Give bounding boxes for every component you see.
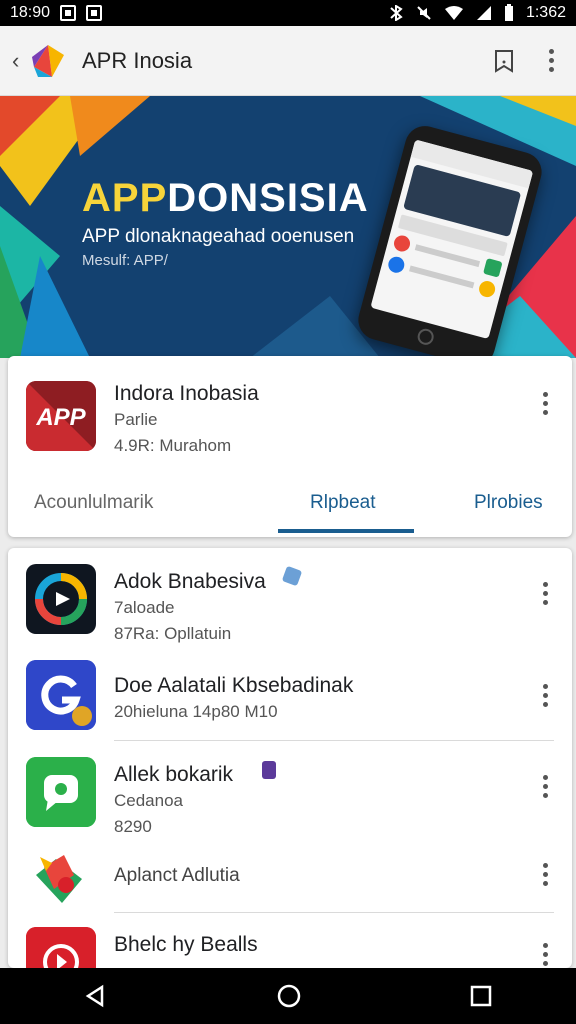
- badge-icon: [262, 761, 276, 779]
- featured-app-meta: 4.9R: Murahom: [114, 436, 232, 455]
- more-vert-icon[interactable]: [543, 392, 548, 415]
- featured-app-category: Parlie: [114, 410, 158, 429]
- app-bar-title: APR Inosia: [82, 47, 193, 73]
- play-icon: [26, 927, 96, 968]
- notification-icon: [60, 5, 77, 21]
- bookmark-icon[interactable]: [493, 49, 515, 73]
- more-vert-icon[interactable]: [543, 863, 548, 886]
- mute-icon: [417, 6, 431, 20]
- more-vert-icon[interactable]: [543, 943, 548, 966]
- badge-icon: [281, 565, 303, 587]
- list-item-title: Allek bokarik: [114, 763, 234, 786]
- list-item-subtitle: 20hieluna 14p80 M10: [114, 702, 278, 721]
- list-item-meta: 87Ra: Opllatuin: [114, 624, 232, 643]
- chat-icon: [26, 757, 96, 827]
- featured-app-icon: APP: [26, 381, 96, 451]
- more-vert-icon[interactable]: [543, 684, 548, 707]
- list-item-meta: 8290: [114, 817, 152, 836]
- drive-icon: [26, 564, 96, 634]
- list-item[interactable]: Bhelc hy Bealls: [8, 913, 572, 968]
- featured-app-card[interactable]: APP Indora Inobasia Parlie 4.9R: Murahom…: [8, 356, 572, 537]
- more-vert-icon[interactable]: [543, 582, 548, 605]
- g-icon: [26, 660, 96, 730]
- list-item-subtitle: Cedanoa: [114, 791, 184, 810]
- list-item-title: Aplanct Adlutia: [114, 865, 240, 886]
- list-item[interactable]: Adok Bnabesiva 7aloade 87Ra: Opllatuin: [8, 548, 572, 648]
- bluetooth-icon: [390, 5, 403, 21]
- status-time-right: 1:362: [525, 4, 566, 21]
- list-item[interactable]: Allek bokarik Cedanoa 8290: [8, 741, 572, 841]
- status-time-left: 18:90: [10, 4, 51, 21]
- tab-rlpbeat[interactable]: Rlpbeat: [310, 492, 376, 514]
- app-bar: ‹ APR Inosia: [0, 26, 576, 96]
- banner-tagline: Mesulf: APP/: [82, 252, 168, 269]
- banner-title: APPDONSISIA: [82, 176, 369, 221]
- featured-app-tabs: Acounlulmarik Rlpbeat Plrobies: [8, 474, 572, 537]
- banner-title-highlight: APP: [82, 176, 168, 220]
- tab-acounlulmarik[interactable]: Acounlulmarik: [34, 492, 153, 514]
- home-nav-icon[interactable]: [276, 983, 302, 1009]
- list-item-title: Bhelc hy Bealls: [114, 933, 258, 956]
- signal-icon: [476, 6, 491, 20]
- more-vert-icon[interactable]: [543, 775, 548, 798]
- recents-nav-icon[interactable]: [470, 985, 492, 1007]
- tab-plrobies[interactable]: Plrobies: [474, 492, 543, 514]
- app-list-card: Adok Bnabesiva 7aloade 87Ra: Opllatuin D…: [8, 548, 572, 968]
- featured-app-name: Indora Inobasia: [114, 382, 259, 405]
- wifi-icon: [444, 6, 463, 20]
- back-icon[interactable]: ‹: [12, 48, 26, 74]
- list-item-subtitle: 7aloade: [114, 598, 175, 617]
- list-item-title: Adok Bnabesiva: [114, 570, 266, 593]
- list-item[interactable]: Aplanct Adlutia: [8, 841, 572, 911]
- app-logo: [28, 41, 68, 81]
- notification-icon: [86, 5, 103, 21]
- featured-app-icon-text: APP: [35, 404, 86, 431]
- banner-title-rest: DONSISIA: [167, 176, 369, 220]
- promo-banner[interactable]: APPDONSISIA APP dlonaknageahad ooenusen …: [0, 96, 576, 358]
- back-nav-icon[interactable]: [84, 984, 108, 1008]
- battery-icon: [504, 4, 513, 21]
- puzzle-icon: [26, 845, 96, 915]
- more-vert-icon[interactable]: [549, 49, 554, 72]
- list-item[interactable]: Doe Aalatali Kbsebadinak 20hieluna 14p80…: [8, 648, 572, 740]
- status-bar: 18:90 1:362: [0, 0, 576, 26]
- active-tab-indicator: [278, 529, 414, 533]
- banner-subtitle: APP dlonaknageahad ooenusen: [82, 226, 355, 247]
- navigation-bar: [0, 968, 576, 1024]
- list-item-title: Doe Aalatali Kbsebadinak: [114, 674, 354, 697]
